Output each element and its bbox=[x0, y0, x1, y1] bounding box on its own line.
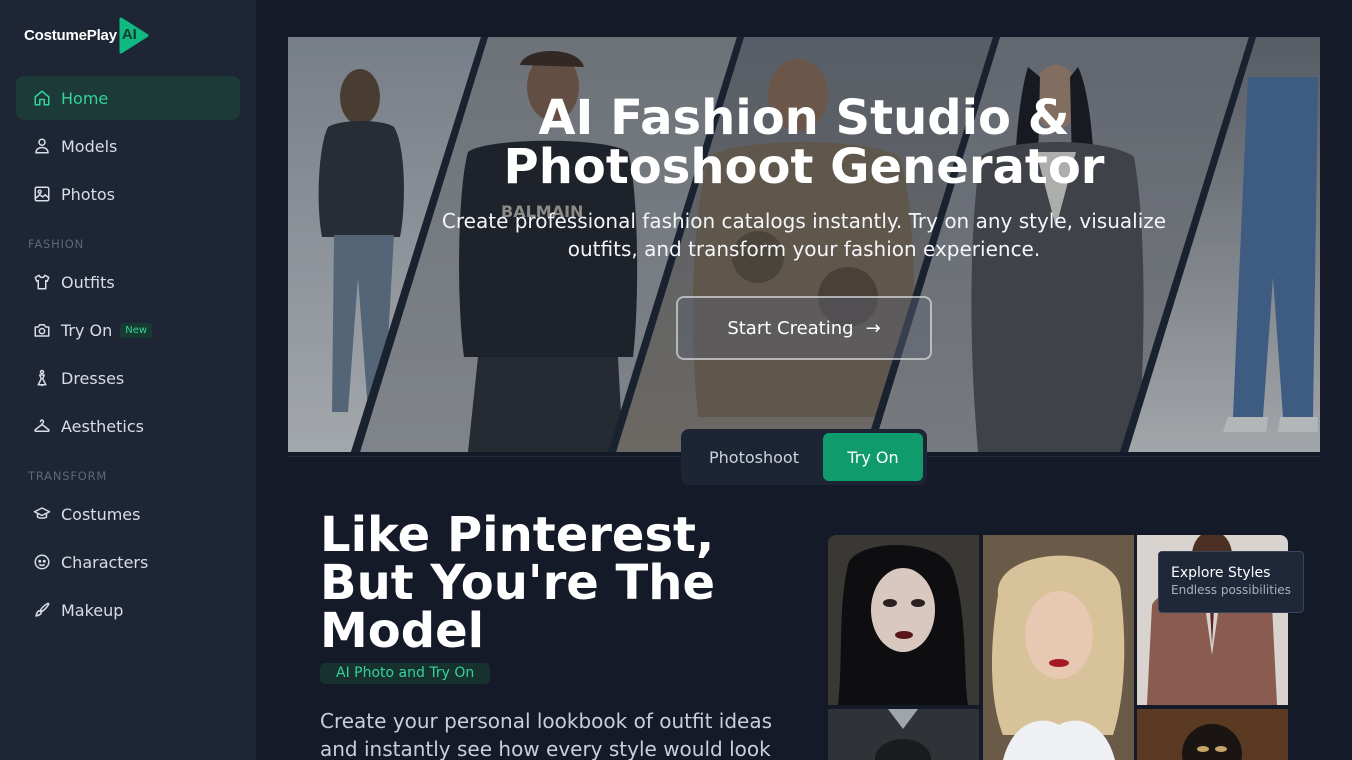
start-creating-label: Start Creating bbox=[727, 317, 854, 339]
sidebar-item-models[interactable]: Models bbox=[16, 124, 240, 168]
sidebar-item-try-on[interactable]: Try On New bbox=[16, 308, 240, 352]
image-icon bbox=[33, 185, 51, 203]
sidebar-item-dresses[interactable]: Dresses bbox=[16, 356, 240, 400]
sidebar-item-label: Try On bbox=[61, 320, 113, 340]
sidebar-item-label: Photos bbox=[61, 184, 115, 204]
section-label-fashion: FASHION bbox=[28, 237, 85, 251]
brush-icon bbox=[33, 601, 51, 619]
sidebar-item-label: Dresses bbox=[61, 368, 125, 388]
dress-icon bbox=[33, 369, 51, 387]
sidebar-item-label: Costumes bbox=[61, 504, 141, 524]
hero-subtitle: Create professional fashion catalogs ins… bbox=[441, 209, 1167, 261]
gallery-image-catwoman[interactable] bbox=[1137, 709, 1288, 760]
hero-title: AI Fashion Studio & Photoshoot Generator bbox=[288, 94, 1320, 192]
sidebar-item-label: Characters bbox=[61, 552, 149, 572]
character-face-icon bbox=[33, 553, 51, 571]
gallery-image-dark-portrait[interactable] bbox=[828, 709, 979, 760]
gallery-image-gothic-woman[interactable] bbox=[828, 535, 979, 705]
sidebar-item-costumes[interactable]: Costumes bbox=[16, 492, 240, 536]
brand-badge: AI bbox=[121, 26, 137, 43]
sidebar-item-home[interactable]: Home bbox=[16, 76, 240, 120]
toggle-try-on[interactable]: Try On bbox=[823, 433, 923, 481]
toggle-photoshoot[interactable]: Photoshoot bbox=[689, 433, 819, 481]
section-title: Like Pinterest, But You're The Model bbox=[320, 507, 716, 659]
brand-play-icon: AI bbox=[118, 17, 150, 54]
arrow-right-icon: → bbox=[865, 317, 881, 339]
tooltip-title: Explore Styles bbox=[1171, 565, 1271, 581]
brand-logo[interactable]: CostumePlay AI bbox=[24, 17, 150, 54]
sidebar-item-label: Makeup bbox=[61, 600, 124, 620]
new-badge: New bbox=[120, 322, 153, 338]
sidebar-item-label: Models bbox=[61, 136, 118, 156]
sidebar-item-label: Aesthetics bbox=[61, 416, 144, 436]
start-creating-button[interactable]: Start Creating → bbox=[676, 296, 932, 360]
hero-banner: BALMAIN AI Fashion Studio & Photoshoot G… bbox=[288, 37, 1320, 452]
section-tag: AI Photo and Try On bbox=[320, 663, 491, 684]
tooltip-subtitle: Endless possibilities bbox=[1171, 583, 1291, 597]
camera-icon bbox=[33, 321, 51, 339]
sidebar-item-label: Outfits bbox=[61, 272, 115, 292]
sidebar-item-makeup[interactable]: Makeup bbox=[16, 588, 240, 632]
home-icon bbox=[33, 89, 51, 107]
sidebar-item-characters[interactable]: Characters bbox=[16, 540, 240, 584]
sidebar-item-label: Home bbox=[61, 88, 109, 108]
brand-name: CostumePlay bbox=[24, 27, 117, 44]
sidebar-item-aesthetics[interactable]: Aesthetics bbox=[16, 404, 240, 448]
person-icon bbox=[33, 137, 51, 155]
section-label-transform: TRANSFORM bbox=[28, 469, 108, 483]
section-description: Create your personal lookbook of outfit … bbox=[320, 709, 773, 760]
hero-title-line1: AI Fashion Studio & bbox=[538, 90, 1070, 146]
hero-title-line2: Photoshoot Generator bbox=[503, 139, 1105, 195]
sidebar-item-outfits[interactable]: Outfits bbox=[16, 260, 240, 304]
tshirt-icon bbox=[33, 273, 51, 291]
mode-toggle: Photoshoot Try On bbox=[681, 429, 927, 485]
gallery-image-blonde-woman[interactable] bbox=[983, 535, 1134, 760]
sidebar: CostumePlay AI Home Models Photos FASHIO… bbox=[0, 0, 256, 760]
graduation-cap-icon bbox=[33, 505, 51, 523]
sidebar-item-photos[interactable]: Photos bbox=[16, 172, 240, 216]
hanger-icon bbox=[33, 417, 51, 435]
explore-styles-tooltip: Explore Styles Endless possibilities bbox=[1158, 551, 1304, 613]
